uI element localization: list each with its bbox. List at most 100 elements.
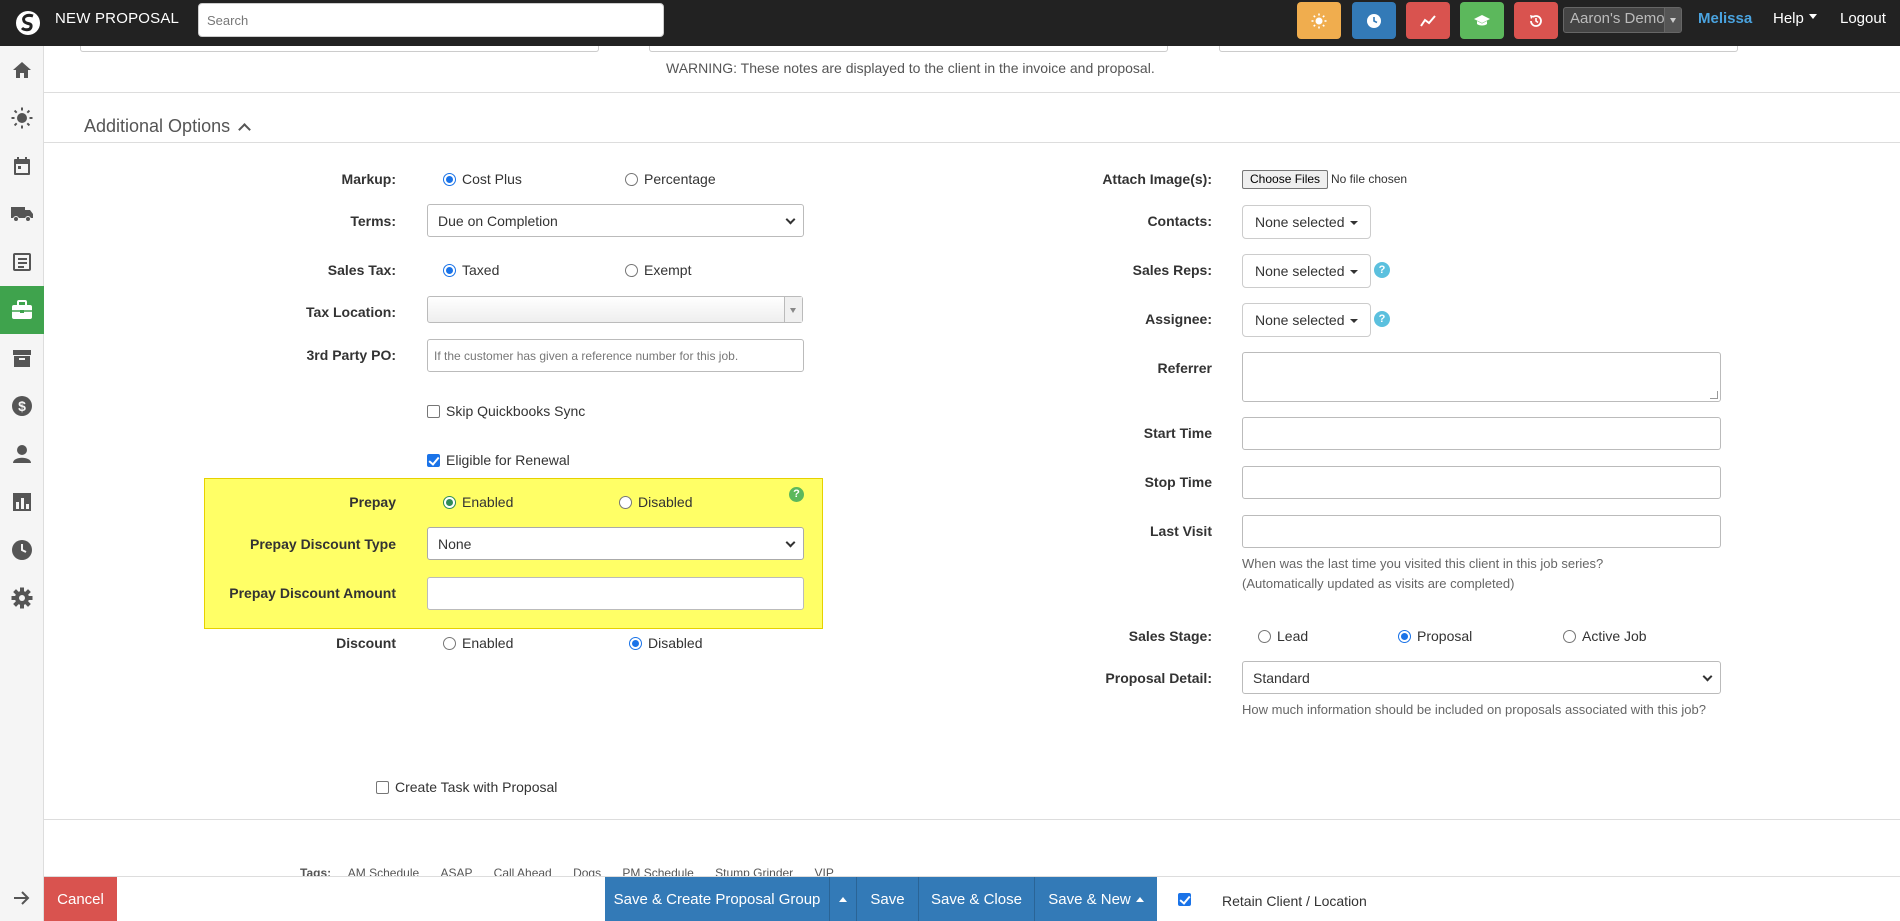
save-options-toggle[interactable] <box>830 877 857 921</box>
prepay-disabled-radio[interactable] <box>619 496 632 509</box>
caret-down-icon <box>784 297 802 322</box>
sales-reps-help-icon[interactable]: ? <box>1374 262 1390 278</box>
sidebar-item-reports[interactable] <box>0 478 44 526</box>
tax-location-select[interactable] <box>427 296 803 323</box>
caret-down-icon <box>1349 319 1358 327</box>
clock-quick-button[interactable] <box>1352 2 1396 39</box>
sidebar-item-time[interactable] <box>0 526 44 574</box>
save-button[interactable]: Save <box>857 877 919 921</box>
choose-files-button[interactable]: Choose Files <box>1242 170 1329 189</box>
prepay-discount-amount-input[interactable] <box>427 577 804 610</box>
sidebar-item-billing[interactable]: $ <box>0 382 44 430</box>
sidebar-item-trucks[interactable] <box>0 190 44 238</box>
referrer-textarea[interactable] <box>1242 352 1721 402</box>
prepay-discount-type-select[interactable]: None <box>427 527 804 560</box>
sidebar: $ <box>0 46 44 921</box>
arrow-right-icon[interactable] <box>12 890 30 906</box>
account-select[interactable]: Aaron's Demo <box>1563 7 1682 33</box>
caret-down-icon <box>1349 221 1358 229</box>
terms-select[interactable]: Due on Completion <box>427 204 804 237</box>
assignee-help-icon[interactable]: ? <box>1374 311 1390 327</box>
terms-value: Due on Completion <box>438 213 558 229</box>
sidebar-item-jobs[interactable] <box>0 286 44 334</box>
create-task-checkbox[interactable] <box>376 781 389 794</box>
retain-client-label: Retain Client / Location <box>1222 893 1367 909</box>
save-close-button[interactable]: Save & Close <box>919 877 1035 921</box>
skip-quickbooks-label: Skip Quickbooks Sync <box>446 403 586 419</box>
resize-grip-icon[interactable] <box>1710 391 1718 399</box>
logout-link[interactable]: Logout <box>1840 10 1886 27</box>
stop-time-input[interactable] <box>1242 466 1721 499</box>
sidebar-item-home[interactable] <box>0 46 44 94</box>
third-party-po-input[interactable]: If the customer has given a reference nu… <box>427 339 804 372</box>
eligible-renewal-checkbox[interactable] <box>427 454 440 467</box>
terms-label: Terms: <box>350 213 396 229</box>
additional-options-toggle[interactable]: Additional Options <box>84 116 251 137</box>
discount-enabled-radio[interactable] <box>443 637 456 650</box>
file-status: No file chosen <box>1331 172 1408 186</box>
sidebar-item-calendar[interactable] <box>0 142 44 190</box>
sales-stage-lead-label: Lead <box>1277 628 1309 644</box>
chevron-down-icon <box>785 537 796 548</box>
proposal-detail-help: How much information should be included … <box>1242 702 1706 717</box>
user-link[interactable]: Melissa <box>1698 10 1752 27</box>
chevron-down-icon <box>1702 671 1713 682</box>
markup-cost-plus-radio[interactable] <box>443 173 456 186</box>
trend-quick-button[interactable] <box>1406 2 1450 39</box>
prepay-discount-amount-label: Prepay Discount Amount <box>229 585 396 601</box>
contacts-label: Contacts: <box>1147 213 1212 229</box>
eligible-renewal-label: Eligible for Renewal <box>446 452 570 468</box>
save-new-label: Save & New <box>1048 891 1131 908</box>
retain-client-checkbox[interactable] <box>1178 893 1191 906</box>
cancel-button[interactable]: Cancel <box>44 877 117 921</box>
home-icon <box>13 62 31 78</box>
account-name: Aaron's Demo <box>1570 10 1665 27</box>
sales-stage-active-job-radio[interactable] <box>1563 630 1576 643</box>
search-input[interactable] <box>198 3 664 37</box>
proposal-detail-select[interactable]: Standard <box>1242 661 1721 694</box>
sales-tax-taxed-radio[interactable] <box>443 264 456 277</box>
last-visit-help: When was the last time you visited this … <box>1242 554 1722 594</box>
sales-reps-label: Sales Reps: <box>1132 262 1212 278</box>
prepay-help-icon[interactable]: ? <box>789 487 804 502</box>
contacts-dropdown[interactable]: None selected <box>1242 205 1371 239</box>
last-visit-label: Last Visit <box>1150 523 1212 539</box>
assignee-value: None selected <box>1255 312 1345 328</box>
archive-icon <box>13 350 31 367</box>
user-icon <box>13 445 31 463</box>
skip-quickbooks-checkbox[interactable] <box>427 405 440 418</box>
sidebar-item-book[interactable] <box>0 238 44 286</box>
discount-enabled-label: Enabled <box>462 635 514 651</box>
notes-field-1[interactable] <box>80 46 599 52</box>
sidebar-item-settings[interactable] <box>0 574 44 622</box>
prepay-enabled-radio[interactable] <box>443 496 456 509</box>
sun-icon <box>1311 13 1327 28</box>
divider <box>44 142 1900 143</box>
last-visit-input[interactable] <box>1242 515 1721 548</box>
sales-stage-lead-radio[interactable] <box>1258 630 1271 643</box>
sidebar-item-weather[interactable] <box>0 94 44 142</box>
notes-field-2[interactable] <box>649 46 1168 52</box>
discount-disabled-label: Disabled <box>648 635 703 651</box>
sun-quick-button[interactable] <box>1297 2 1341 39</box>
discount-disabled-radio[interactable] <box>629 637 642 650</box>
history-quick-button[interactable] <box>1514 2 1558 39</box>
bottom-action-bar: Cancel Save & Create Proposal Group Save… <box>44 876 1900 921</box>
markup-percentage-radio[interactable] <box>625 173 638 186</box>
assignee-dropdown[interactable]: None selected <box>1242 303 1371 337</box>
save-create-group-button[interactable]: Save & Create Proposal Group <box>605 877 830 921</box>
book-icon <box>13 253 31 271</box>
app-logo-icon[interactable] <box>13 8 43 38</box>
sidebar-item-clients[interactable] <box>0 430 44 478</box>
sidebar-item-archive[interactable] <box>0 334 44 382</box>
training-quick-button[interactable] <box>1460 2 1504 39</box>
save-new-button[interactable]: Save & New <box>1035 877 1157 921</box>
sales-tax-label: Sales Tax: <box>327 262 396 278</box>
sales-tax-exempt-radio[interactable] <box>625 264 638 277</box>
sales-reps-dropdown[interactable]: None selected <box>1242 254 1371 288</box>
dollar-icon: $ <box>12 396 32 416</box>
help-menu[interactable]: Help <box>1773 10 1817 27</box>
start-time-input[interactable] <box>1242 417 1721 450</box>
sales-stage-proposal-radio[interactable] <box>1398 630 1411 643</box>
notes-field-3[interactable] <box>1219 46 1738 52</box>
